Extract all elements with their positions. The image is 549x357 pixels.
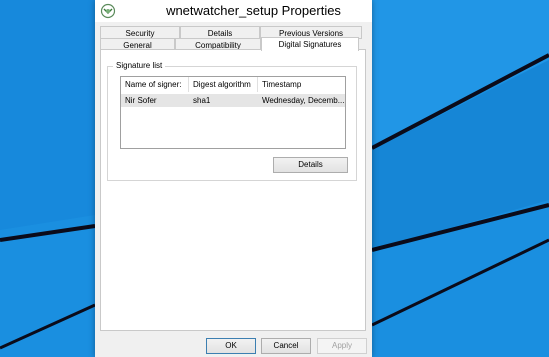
tab-label: Digital Signatures bbox=[278, 40, 342, 49]
cell-digest: sha1 bbox=[193, 96, 211, 105]
ok-button[interactable]: OK bbox=[206, 338, 256, 354]
cell-signer-name: Nir Sofer bbox=[125, 96, 157, 105]
properties-dialog: wnetwatcher_setup Properties Security De… bbox=[95, 0, 372, 357]
cancel-button[interactable]: Cancel bbox=[261, 338, 311, 354]
details-button[interactable]: Details bbox=[273, 157, 348, 173]
apply-button[interactable]: Apply bbox=[317, 338, 367, 354]
tab-digital-signatures[interactable]: Digital Signatures bbox=[261, 37, 359, 51]
signature-list-legend: Signature list bbox=[113, 61, 166, 71]
listview-header: Name of signer: Digest algorithm Timesta… bbox=[121, 77, 345, 92]
column-digest-algorithm[interactable]: Digest algorithm bbox=[189, 77, 258, 92]
tab-label: Details bbox=[207, 29, 233, 38]
signature-listview[interactable]: Name of signer: Digest algorithm Timesta… bbox=[120, 76, 346, 149]
column-name-of-signer[interactable]: Name of signer: bbox=[121, 77, 189, 92]
title-bar[interactable]: wnetwatcher_setup Properties bbox=[95, 0, 372, 23]
window-title: wnetwatcher_setup Properties bbox=[166, 3, 341, 18]
dialog-client-area: Security Details Previous Versions Gener… bbox=[95, 22, 372, 357]
table-row[interactable]: Nir Sofer sha1 Wednesday, Decemb... bbox=[121, 94, 345, 107]
tab-label: Security bbox=[125, 29, 155, 38]
cell-timestamp: Wednesday, Decemb... bbox=[262, 96, 345, 105]
column-timestamp[interactable]: Timestamp bbox=[258, 77, 345, 92]
